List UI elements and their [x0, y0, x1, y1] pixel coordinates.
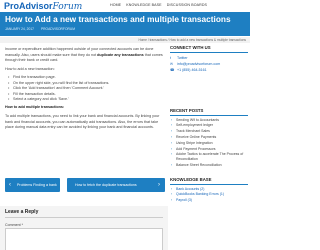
main-nav: HOME KNOWLEDGE BASE DISCUSSION BOARDS	[110, 3, 211, 7]
kb-category-link[interactable]: Payroll (3)	[170, 198, 248, 204]
recent-posts-heading: RECENT POSTS	[170, 108, 204, 113]
previous-post-button[interactable]: ‹ Problems Finding a bank	[5, 178, 60, 192]
reply-title: Leave a Reply	[5, 209, 39, 215]
list-item: Select a category and click 'Save.'	[5, 97, 165, 103]
divider	[170, 115, 248, 116]
divider	[170, 184, 248, 185]
recent-post-link[interactable]: Balance Sheet Reconciliation	[170, 163, 248, 169]
page-title: How to Add a new transactions and multip…	[5, 14, 231, 24]
post-date: JANUARY 24, 2017	[5, 27, 35, 31]
post-meta: JANUARY 24, 2017 PROADVISORFORUM	[5, 27, 81, 31]
post-author[interactable]: PROADVISORFORUM	[41, 27, 75, 31]
post-navigation: ‹ Problems Finding a bank How to fetch t…	[5, 178, 165, 192]
breadcrumb-bar: Home / transactions / How to add a new t…	[0, 37, 250, 43]
comment-textarea[interactable]	[5, 228, 163, 250]
multi-paragraph: To add multiple transactions, you need t…	[5, 114, 160, 130]
chevron-left-icon: ‹	[9, 182, 11, 188]
nav-discussion-boards[interactable]: DISCUSSION BOARDS	[167, 3, 207, 7]
steps-list: Find the transaction page. On the upper …	[5, 75, 165, 102]
recent-posts-block: RECENT POSTS Sending W9 to Accountants S…	[170, 108, 248, 168]
recent-post-link[interactable]: Adobe Tactics to accelerate The Process …	[170, 152, 248, 161]
comment-label: Comment *	[5, 223, 23, 227]
multi-heading: How to add multiple transactions:	[5, 105, 65, 110]
emphasis-text: duplicate any transactions	[97, 52, 144, 57]
connect-block: CONNECT WITH US t Twitter ✉ info@proadviso…	[170, 45, 248, 73]
article-body: Income or expenditure addition happened …	[5, 47, 165, 134]
breadcrumb[interactable]: Home / transactions / How to add a new t…	[138, 38, 246, 42]
nav-home[interactable]: HOME	[110, 3, 121, 7]
nav-knowledge-base[interactable]: KNOWLEDGE BASE	[126, 3, 161, 7]
phone-icon: ☎	[170, 67, 175, 72]
connect-heading: CONNECT WITH US	[170, 45, 211, 50]
knowledge-base-heading: KNOWLEDGE BASE	[170, 177, 212, 182]
divider	[5, 217, 163, 218]
site-logo[interactable]: ProAdvisorForum	[4, 1, 82, 12]
intro-paragraph: Income or expenditure addition happened …	[5, 47, 163, 63]
chevron-right-icon: ›	[158, 182, 160, 188]
next-post-button[interactable]: How to fetch the duplicate transactions …	[67, 178, 165, 192]
divider	[170, 52, 248, 53]
sidebar: CONNECT WITH US t Twitter ✉ info@proadviso…	[170, 45, 248, 204]
reply-section: Leave a Reply Comment *	[0, 206, 168, 250]
add-heading: How to add a new transaction:	[5, 66, 55, 71]
knowledge-base-block: KNOWLEDGE BASE Bank Accounts (2) QuickBo…	[170, 177, 248, 204]
site-header: ProAdvisorForum HOME KNOWLEDGE BASE DISC…	[0, 0, 250, 12]
phone-link[interactable]: ☎ +1 (855) 464-5161	[170, 67, 248, 73]
